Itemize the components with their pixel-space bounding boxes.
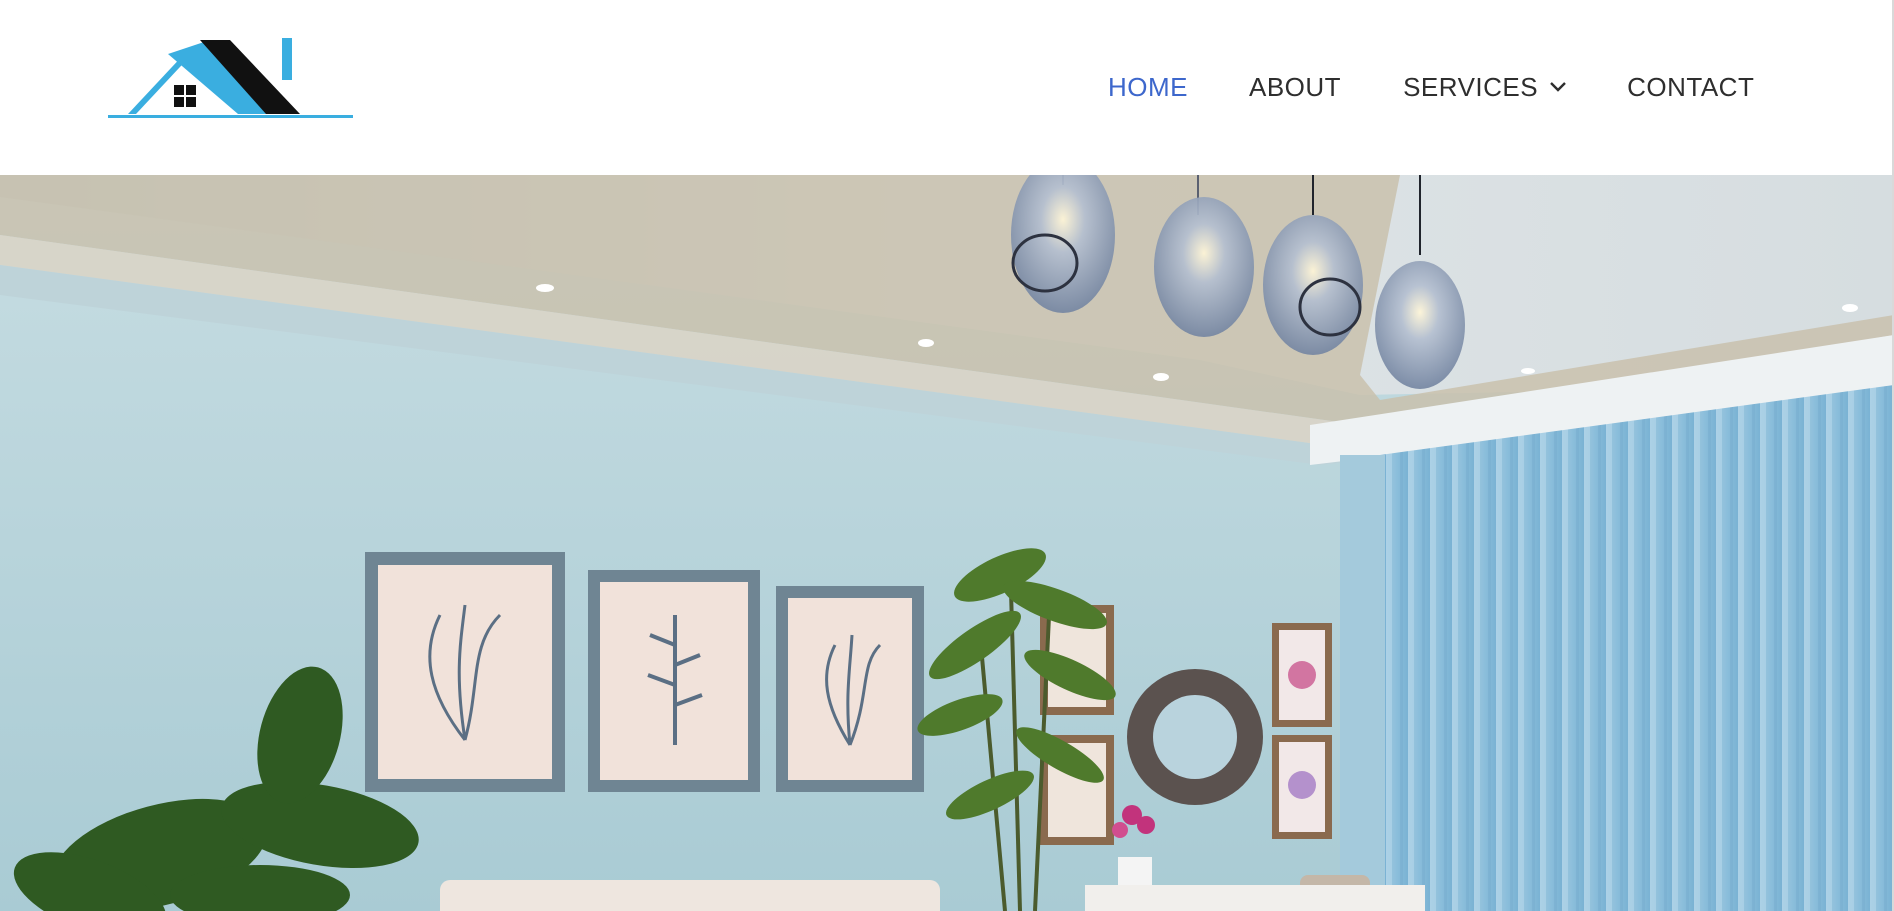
nav-about-link[interactable]: ABOUT (1249, 72, 1341, 103)
framed-print-3 (776, 586, 924, 792)
nav-services-link[interactable]: SERVICES (1403, 72, 1567, 103)
page: HOME ABOUT SERVICES CONTACT (0, 0, 1894, 911)
main-nav: HOME ABOUT SERVICES CONTACT (1108, 70, 1754, 104)
nav-about-label: ABOUT (1249, 71, 1342, 102)
nav-contact-link[interactable]: CONTACT (1627, 72, 1754, 103)
site-logo[interactable] (108, 36, 355, 122)
nav-services-label: SERVICES (1403, 71, 1539, 102)
hero-image (0, 175, 1894, 911)
living-room-photo (0, 175, 1894, 911)
framed-print-1 (365, 552, 565, 792)
nav-home-link[interactable]: HOME (1108, 72, 1188, 103)
nav-contact-label: CONTACT (1627, 71, 1755, 102)
nav-home-label: HOME (1108, 71, 1188, 102)
chevron-down-icon (1550, 82, 1566, 92)
site-header: HOME ABOUT SERVICES CONTACT (0, 0, 1894, 175)
framed-print-2 (588, 570, 760, 792)
house-roof-logo-icon (108, 38, 353, 118)
